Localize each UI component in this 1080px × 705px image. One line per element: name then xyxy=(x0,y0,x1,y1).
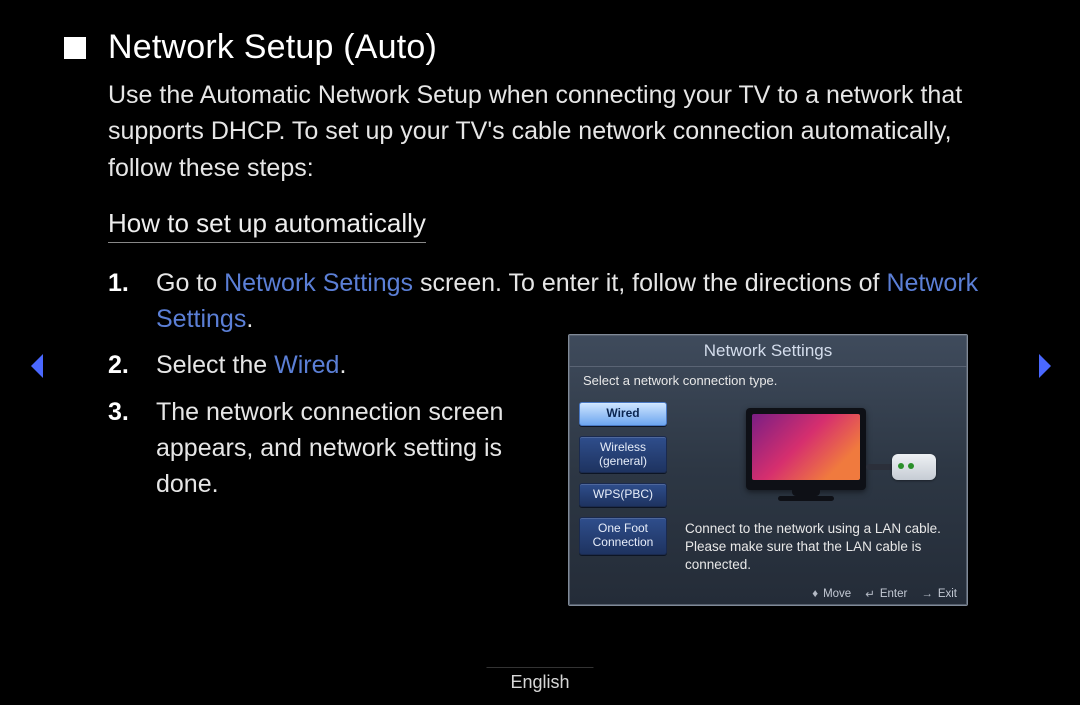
hint-move: ♦ Move xyxy=(812,588,851,600)
monitor-icon xyxy=(746,408,866,490)
step-1-text: Go to Network Settings screen. To enter … xyxy=(156,265,1020,338)
step-1-highlight-1: Network Settings xyxy=(224,269,413,297)
tv-nav-hints: ♦ Move ↵ Enter → Exit xyxy=(812,587,957,601)
tv-panel-body: Wired Wireless (general) WPS(PBC) One Fo… xyxy=(569,396,967,578)
chevron-right-icon xyxy=(1034,352,1054,380)
step-1-text-a: Go to xyxy=(156,269,224,297)
exit-icon: → xyxy=(921,588,933,600)
monitor-screen-icon xyxy=(752,414,860,480)
step-2-text-c: . xyxy=(339,351,346,379)
step-2-text-a: Select the xyxy=(156,351,274,379)
hint-enter: ↵ Enter xyxy=(865,587,907,601)
step-2-highlight: Wired xyxy=(274,351,339,379)
step-2-text: Select the Wired. xyxy=(156,347,346,383)
arrows-icon: ♦ xyxy=(812,588,818,600)
tv-option-onefoot[interactable]: One Foot Connection xyxy=(579,517,667,555)
step-3-text: The network connection screen appears, a… xyxy=(156,394,546,503)
tv-option-list: Wired Wireless (general) WPS(PBC) One Fo… xyxy=(569,396,677,578)
hint-move-label: Move xyxy=(823,588,851,600)
hint-enter-label: Enter xyxy=(880,588,908,600)
next-page-arrow[interactable] xyxy=(1034,352,1056,382)
modem-icon xyxy=(892,454,936,480)
tv-illustration xyxy=(688,404,948,514)
tv-panel-title: Network Settings xyxy=(569,335,967,367)
manual-page: Network Setup (Auto) Use the Automatic N… xyxy=(0,0,1080,705)
tv-option-description: Connect to the network using a LAN cable… xyxy=(681,520,955,575)
title-row: Network Setup (Auto) xyxy=(60,28,1020,67)
tv-option-detail: Connect to the network using a LAN cable… xyxy=(677,396,967,578)
language-footer: English xyxy=(486,667,593,697)
prev-page-arrow[interactable] xyxy=(28,352,50,382)
step-1-text-e: . xyxy=(246,305,253,333)
tv-option-wireless[interactable]: Wireless (general) xyxy=(579,436,667,474)
page-title: Network Setup (Auto) xyxy=(108,28,437,67)
tv-option-wps[interactable]: WPS(PBC) xyxy=(579,483,667,507)
intro-paragraph: Use the Automatic Network Setup when con… xyxy=(108,77,1020,186)
hint-exit: → Exit xyxy=(921,588,957,600)
subheading: How to set up automatically xyxy=(108,208,426,243)
bullet-square-icon xyxy=(64,37,86,59)
tv-panel-subtitle: Select a network connection type. xyxy=(569,367,967,396)
tv-option-wired[interactable]: Wired xyxy=(579,402,667,426)
enter-icon: ↵ xyxy=(865,587,875,601)
tv-settings-panel: Network Settings Select a network connec… xyxy=(568,334,968,606)
step-1: Go to Network Settings screen. To enter … xyxy=(108,265,1020,338)
step-1-text-c: screen. To enter it, follow the directio… xyxy=(413,269,886,297)
monitor-stand-icon xyxy=(792,490,820,496)
hint-exit-label: Exit xyxy=(938,588,957,600)
chevron-left-icon xyxy=(28,352,48,380)
